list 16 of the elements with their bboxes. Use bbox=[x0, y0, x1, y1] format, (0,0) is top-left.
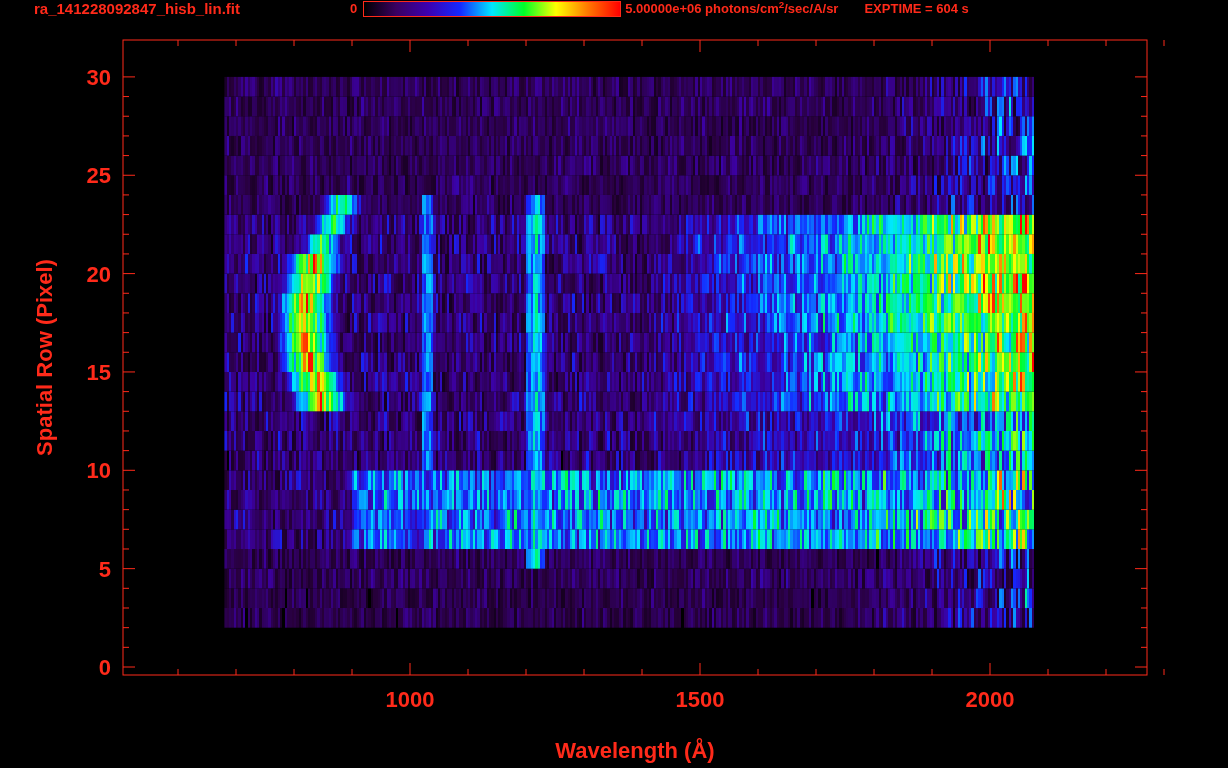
x-tick-label: 1500 bbox=[675, 687, 725, 712]
exposure-time: EXPTIME = 604 s bbox=[864, 0, 969, 19]
y-tick-label: 20 bbox=[86, 261, 111, 287]
y-tick-label: 10 bbox=[86, 458, 111, 484]
x-tick-label: 1000 bbox=[385, 687, 435, 712]
y-tick-label: 25 bbox=[86, 163, 111, 189]
y-tick-label: 5 bbox=[98, 556, 111, 582]
colorbar-min-label: 0 bbox=[350, 0, 358, 19]
x-axis-label: Wavelength (Å) bbox=[555, 738, 715, 763]
x-tick-label: 2000 bbox=[965, 687, 1015, 712]
y-tick-label: 0 bbox=[98, 655, 111, 680]
y-axis-label: Spatial Row (Pixel) bbox=[32, 259, 57, 456]
file-title: ra_141228092847_hisb_lin.fit bbox=[34, 0, 240, 19]
y-tick-label: 15 bbox=[86, 359, 111, 385]
y-tick-label: 30 bbox=[86, 64, 111, 90]
colorbar-max-label: 5.00000e+06 photons/cm$^{2}$/sec/A/sr bbox=[625, 0, 839, 19]
